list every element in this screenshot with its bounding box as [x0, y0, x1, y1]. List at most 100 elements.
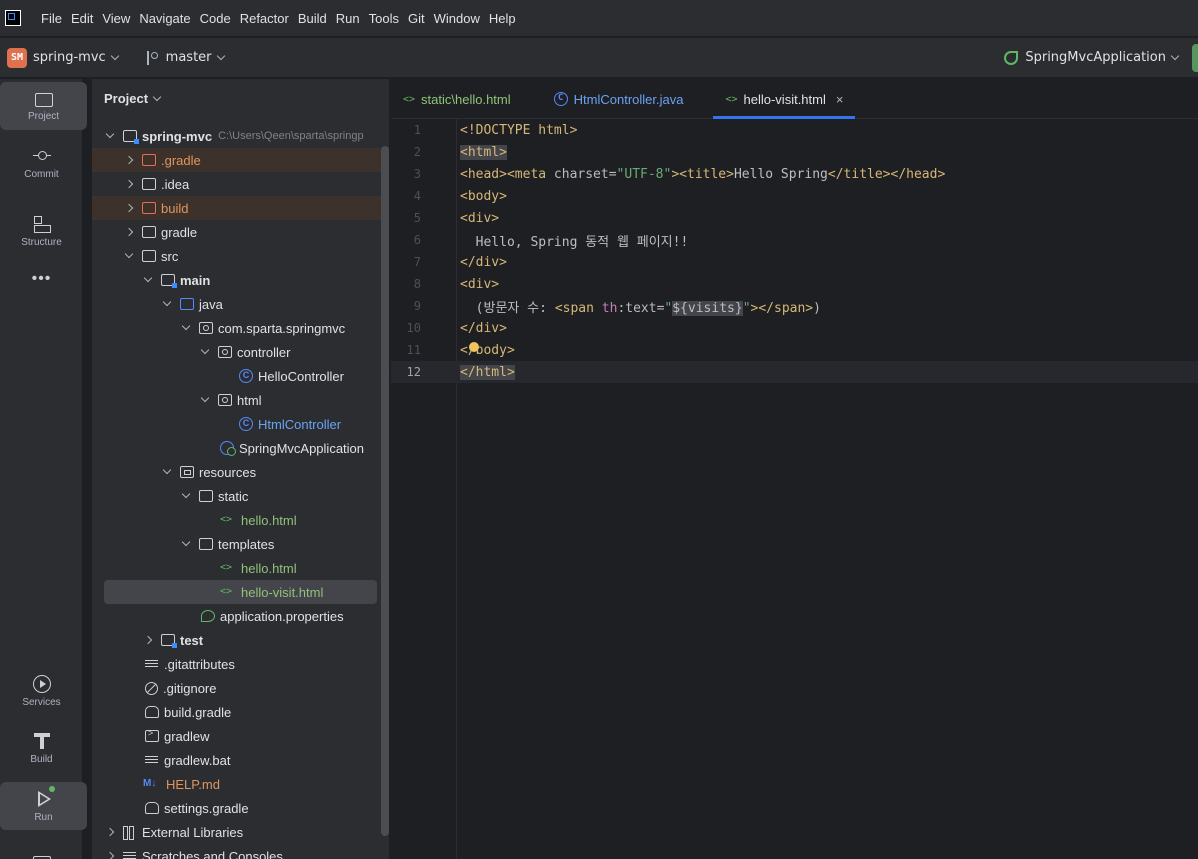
project-selector[interactable]: spring-mvc — [33, 50, 106, 65]
line-number: 12 — [406, 365, 421, 379]
tool-build[interactable]: Build — [0, 724, 83, 772]
tree-row[interactable]: External Libraries — [92, 820, 389, 844]
tree-row[interactable]: settings.gradle — [92, 796, 389, 820]
chevron-down-icon[interactable] — [143, 273, 153, 283]
menu-file[interactable]: File — [41, 11, 68, 26]
menu-help[interactable]: Help — [489, 11, 522, 26]
tree-item-label: hello.html — [241, 560, 297, 576]
menu-navigate[interactable]: Navigate — [139, 11, 196, 26]
tree-item-label: com.sparta.springmvc — [218, 320, 346, 336]
line-number: 8 — [413, 277, 421, 291]
menu-tools[interactable]: Tools — [369, 11, 405, 26]
tree-row[interactable]: templates — [92, 532, 389, 556]
html-file-icon: <> — [403, 93, 416, 105]
close-icon[interactable]: × — [836, 92, 844, 107]
tree-item-label: HtmlController — [258, 416, 342, 432]
lightbulb-icon[interactable] — [469, 342, 479, 352]
project-badge[interactable]: SM — [7, 47, 27, 68]
tree-row[interactable]: gradlew — [92, 724, 389, 748]
tab-label: static\hello.html — [421, 91, 511, 107]
tree-row[interactable]: SpringMvcApplication — [92, 436, 389, 460]
chevron-down-icon[interactable] — [110, 51, 119, 61]
editor-tabs: <> static\hello.html C HtmlController.ja… — [391, 79, 1198, 119]
tree-row[interactable]: resources — [92, 460, 389, 484]
chevron-down-icon[interactable] — [124, 249, 134, 259]
chevron-down-icon[interactable] — [105, 129, 115, 139]
tree-row[interactable]: html — [92, 388, 389, 412]
run-configuration-selector[interactable]: SpringMvcApplication — [1004, 50, 1180, 65]
chevron-down-icon[interactable] — [162, 465, 172, 475]
tree-row[interactable]: build.gradle — [92, 700, 389, 724]
tree-row[interactable]: java — [92, 292, 389, 316]
tree-row[interactable]: C HelloController — [92, 364, 389, 388]
tree-row[interactable]: gradlew.bat — [92, 748, 389, 772]
tree-row[interactable]: M↓ HELP.md — [92, 772, 389, 796]
chevron-right-icon[interactable] — [105, 851, 115, 859]
tree-row[interactable]: application.properties — [92, 604, 389, 628]
intellij-logo-icon[interactable] — [5, 10, 21, 26]
tree-row[interactable]: main — [92, 268, 389, 292]
tab-htmlcontroller-java[interactable]: C HtmlController.java — [542, 79, 696, 119]
tree-item-label: static — [218, 488, 249, 504]
branch-selector[interactable]: master — [146, 50, 225, 65]
chevron-down-icon[interactable] — [181, 489, 191, 499]
menu-git[interactable]: Git — [408, 11, 431, 26]
tab-static-hello-html[interactable]: <> static\hello.html — [391, 79, 523, 119]
tree-row[interactable]: <> hello.html — [92, 556, 389, 580]
tree-row[interactable]: .idea — [92, 172, 389, 196]
chevron-right-icon[interactable] — [124, 179, 134, 189]
menu-refactor[interactable]: Refactor — [240, 11, 295, 26]
tree-row[interactable]: .gitignore — [92, 676, 389, 700]
tool-structure[interactable]: Structure — [0, 207, 83, 255]
tree-row[interactable]: spring-mvc C:\Users\Qeen\sparta\springp — [92, 124, 389, 148]
menu-view[interactable]: View — [102, 11, 136, 26]
chevron-down-icon[interactable] — [200, 393, 210, 403]
project-scrollbar[interactable] — [381, 146, 389, 836]
tree-row-selected[interactable]: <> hello-visit.html — [104, 580, 377, 604]
chevron-right-icon[interactable] — [105, 827, 115, 837]
tool-more[interactable]: ••• — [0, 255, 83, 303]
tool-run[interactable]: Run — [0, 782, 87, 830]
chevron-right-icon[interactable] — [143, 635, 153, 645]
run-button-edge[interactable] — [1192, 44, 1198, 72]
tree-row[interactable]: gradle — [92, 220, 389, 244]
tool-project[interactable]: Project — [0, 82, 87, 130]
code-text: </html> — [460, 364, 515, 380]
tool-commit[interactable]: Commit — [0, 139, 83, 187]
tree-row[interactable]: .gitattributes — [92, 652, 389, 676]
tree-row[interactable]: C HtmlController — [92, 412, 389, 436]
tree-row[interactable]: test — [92, 628, 389, 652]
menu-run[interactable]: Run — [336, 11, 366, 26]
tab-hello-visit-html[interactable]: <> hello-visit.html × — [713, 79, 856, 119]
folder-icon — [142, 154, 156, 166]
line-number: 3 — [413, 167, 421, 181]
project-panel-header[interactable]: Project — [104, 91, 162, 106]
menu-build[interactable]: Build — [298, 11, 333, 26]
spring-application-icon — [220, 441, 236, 456]
tool-services[interactable]: Services — [0, 667, 83, 715]
chevron-right-icon[interactable] — [124, 203, 134, 213]
chevron-down-icon[interactable] — [181, 537, 191, 547]
tree-row[interactable]: build — [92, 196, 389, 220]
chevron-down-icon[interactable] — [162, 297, 172, 307]
tree-row[interactable]: src — [92, 244, 389, 268]
tree-row[interactable]: <> hello.html — [92, 508, 389, 532]
menu-code[interactable]: Code — [200, 11, 237, 26]
chevron-down-icon[interactable] — [200, 345, 210, 355]
chevron-down-icon[interactable] — [181, 321, 191, 331]
chevron-right-icon[interactable] — [124, 155, 134, 165]
tool-terminal[interactable] — [0, 839, 83, 859]
tree-row[interactable]: static — [92, 484, 389, 508]
line-number: 10 — [406, 321, 421, 335]
menu-edit[interactable]: Edit — [71, 11, 99, 26]
tree-row[interactable]: .gradle — [92, 148, 389, 172]
tree-row[interactable]: Scratches and Consoles — [92, 844, 389, 859]
run-icon — [35, 785, 55, 808]
tool-build-label: Build — [30, 753, 53, 765]
tree-row[interactable]: controller — [92, 340, 389, 364]
tree-row[interactable]: com.sparta.springmvc — [92, 316, 389, 340]
menu-window[interactable]: Window — [434, 11, 486, 26]
left-tool-strip: Project Commit Structure ••• Services Bu… — [0, 79, 87, 859]
chevron-right-icon[interactable] — [124, 227, 134, 237]
code-line: 11 </body> — [391, 339, 1198, 361]
